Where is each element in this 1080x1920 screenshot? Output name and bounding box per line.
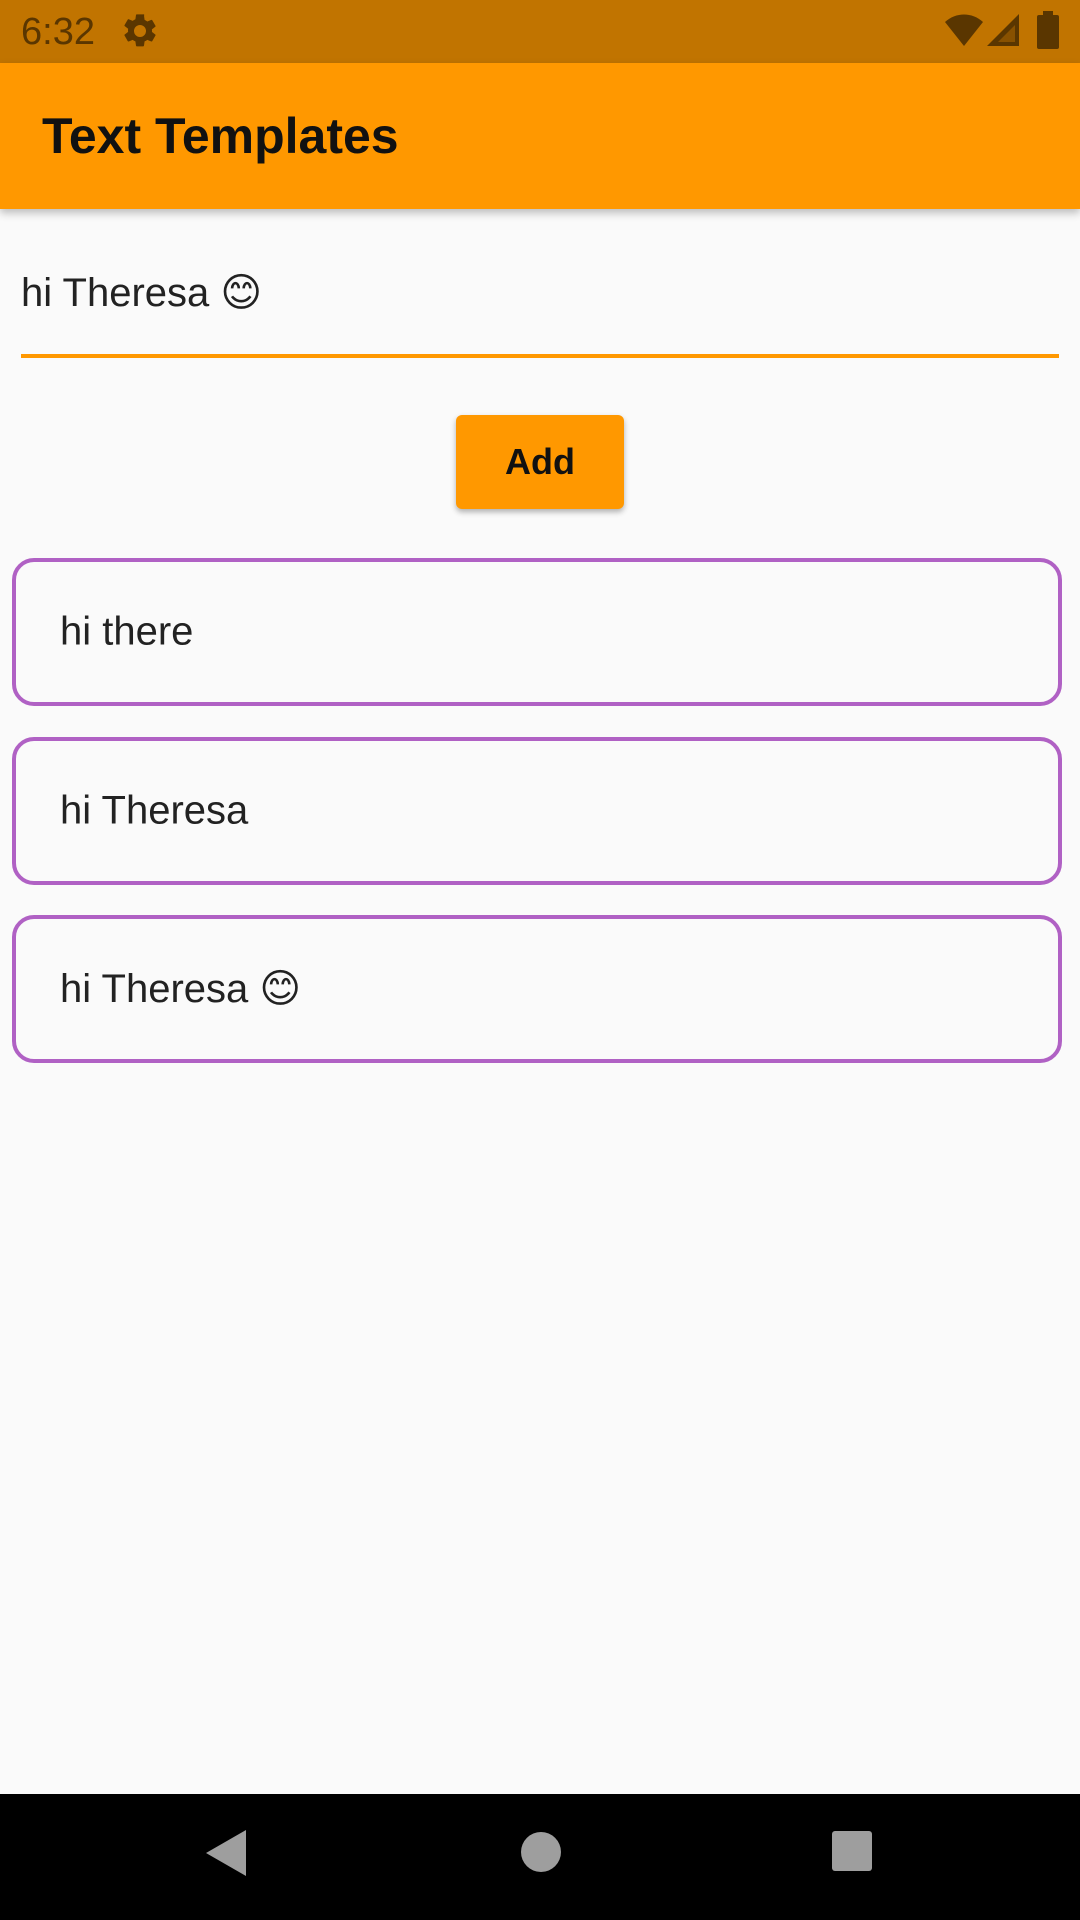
status-time: 6:32: [21, 11, 95, 53]
template-text-input[interactable]: [21, 262, 1059, 324]
app-bar: Text Templates: [0, 63, 1080, 209]
template-item[interactable]: hi there: [12, 558, 1062, 706]
navigation-bar: [0, 1794, 1080, 1920]
app-title: Text Templates: [42, 108, 399, 164]
battery-icon: [1037, 11, 1059, 49]
recents-icon[interactable]: [830, 1829, 874, 1873]
cell-signal-icon: [987, 14, 1019, 46]
add-button[interactable]: Add: [456, 415, 624, 509]
home-icon[interactable]: [519, 1830, 563, 1874]
back-icon[interactable]: [204, 1828, 248, 1878]
template-item-text: hi Theresa 😊: [60, 967, 302, 1011]
gear-icon: [124, 14, 156, 47]
status-bar: 6:32: [0, 0, 1080, 63]
template-item[interactable]: hi Theresa 😊: [12, 915, 1062, 1063]
template-item-text: hi there: [60, 609, 194, 654]
input-underline: [21, 354, 1059, 358]
template-item-text: hi Theresa: [60, 788, 249, 833]
wifi-icon: [945, 14, 983, 46]
template-item[interactable]: hi Theresa: [12, 737, 1062, 885]
